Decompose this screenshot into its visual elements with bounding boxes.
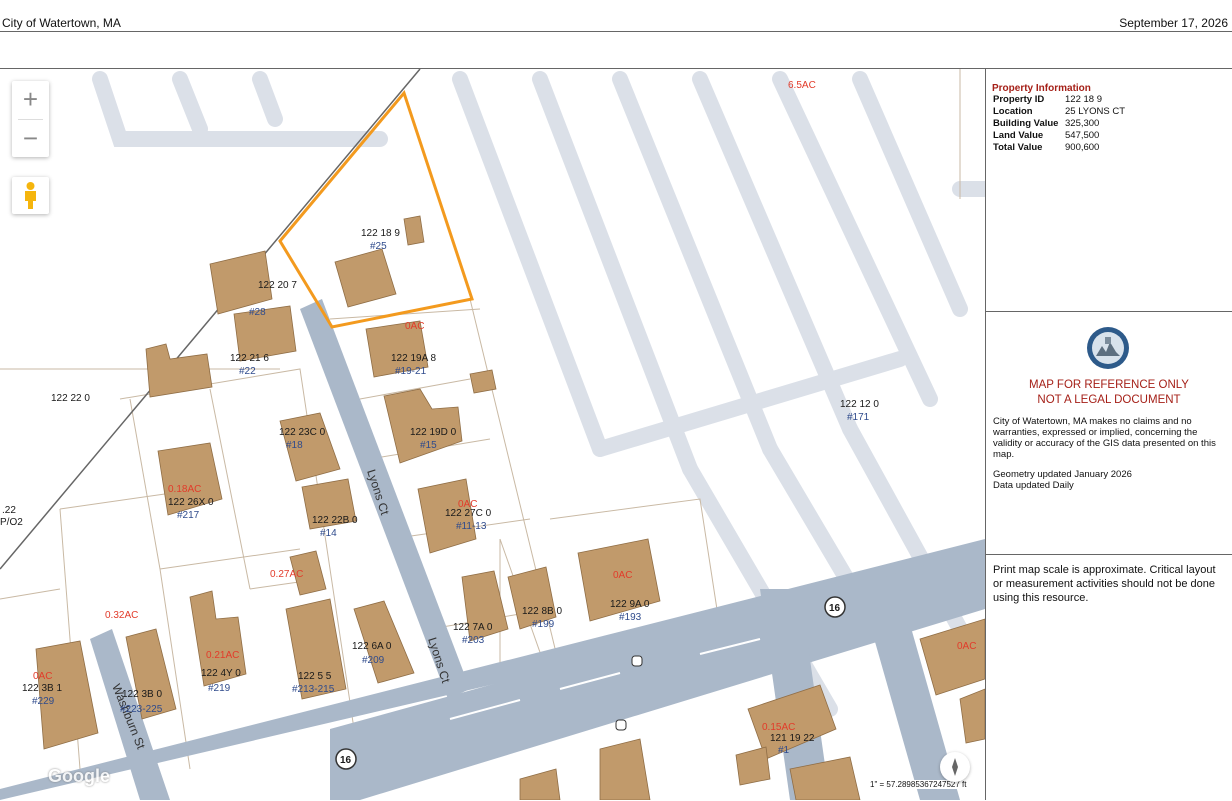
city-name: City of Watertown, MA (2, 16, 121, 30)
data-updated-text: Data updated Daily (993, 480, 1074, 491)
parcel-id-label: 122 4Y 0 (201, 668, 241, 679)
parcel-address-label: #14 (320, 528, 337, 539)
area-label: 0AC (33, 671, 52, 682)
disclaimer-text: City of Watertown, MA makes no claims an… (993, 416, 1216, 460)
print-date: September 17, 2026 (1119, 16, 1228, 30)
parcel-id-label: 122 7A 0 (453, 622, 493, 633)
property-row-label: Building Value (993, 118, 1059, 129)
zoom-control: + − (12, 81, 49, 157)
bus-stop-icon (631, 655, 643, 667)
property-row-label: Land Value (993, 130, 1044, 141)
parcel-id-label: 122 19D 0 (410, 427, 457, 438)
parcel-id-label: 122 20 7 (258, 280, 297, 291)
route-number-b: 16 (829, 603, 841, 614)
area-label: 0AC (405, 321, 424, 332)
parcel-id-label: 122 3B 1 (22, 683, 62, 694)
parcel-address-label: #199 (532, 619, 555, 630)
parcel-id-label: 122 26X 0 (168, 497, 214, 508)
zoom-out-button[interactable]: − (12, 120, 49, 157)
rotate-compass-button[interactable] (940, 752, 970, 782)
scale-notice-text: Print map scale is approximate. Critical… (993, 564, 1216, 604)
property-row-value: 325,300 (1065, 118, 1100, 129)
compass-icon (952, 758, 958, 776)
city-seal-icon (1087, 327, 1129, 369)
title-bar (0, 32, 1232, 69)
parcel-address-label: #18 (286, 440, 303, 451)
area-label: 0.27AC (270, 569, 303, 580)
property-row: Location 25 LYONS CT (993, 106, 1125, 117)
parcel-id-label: 122 5 5 (298, 671, 332, 682)
property-row-label: Property ID (993, 94, 1045, 105)
property-row: Building Value 325,300 (993, 118, 1099, 129)
parcel-id-label: 122 19A 8 (391, 353, 436, 364)
parcel-id-label: 122 21 6 (230, 353, 269, 364)
parcel-address-label: #203 (462, 635, 485, 646)
google-logo: Google (48, 766, 110, 786)
property-row-value: 25 LYONS CT (1065, 106, 1126, 117)
parcel-address-label: #19-21 (395, 366, 427, 377)
parcel-address-label: #1 (778, 745, 790, 756)
parcel-id-label: 122 8B 0 (522, 606, 562, 617)
scale-notice-panel: Print map scale is approximate. Critical… (986, 555, 1232, 800)
pegman-icon (25, 182, 36, 209)
parcel-address-label: #22 (239, 366, 256, 377)
property-row-value: 900,600 (1065, 142, 1100, 153)
parcel-id-label: 122 6A 0 (352, 641, 392, 652)
disclaimer-panel: MAP FOR REFERENCE ONLY NOT A LEGAL DOCUM… (986, 312, 1232, 555)
parcel-address-label: #219 (208, 683, 231, 694)
property-info-panel: Property Information Property ID 122 18 9… (986, 69, 1232, 312)
parcel-id-label: 122 9A 0 (610, 599, 650, 610)
property-row: Total Value 900,600 (993, 142, 1099, 153)
property-row-value: 122 18 9 (1065, 94, 1102, 105)
parcel-address-label: #193 (619, 612, 642, 623)
property-row: Property ID 122 18 9 (993, 94, 1102, 105)
route-number-a: 16 (340, 755, 352, 766)
parcel-address-label: #15 (420, 440, 437, 451)
area-label: 0.32AC (105, 610, 138, 621)
parcel-address-label: #229 (32, 696, 55, 707)
parcel-id-label: 122 12 0 (840, 399, 879, 410)
parcel-address-label: #28 (249, 307, 266, 318)
property-row-label: Location (993, 106, 1033, 117)
parcel-address-label: #213-215 (292, 684, 335, 695)
edge-parcel-label: P/O2 (0, 517, 23, 528)
property-row: Land Value 547,500 (993, 130, 1099, 141)
zoom-in-button[interactable]: + (12, 81, 49, 118)
property-row-value: 547,500 (1065, 130, 1100, 141)
area-label: 0.15AC (762, 722, 795, 733)
area-label: 0AC (458, 499, 477, 510)
not-legal-notice: NOT A LEGAL DOCUMENT (1037, 394, 1181, 406)
bus-stop-icon (615, 719, 627, 731)
parcel-address-label: #223-225 (120, 704, 163, 715)
parcel-id-label: 122 22B 0 (312, 515, 358, 526)
parcel-id-label: 122 23C 0 (279, 427, 326, 438)
reference-only-notice: MAP FOR REFERENCE ONLY (1029, 379, 1189, 391)
parcel-address-label: #209 (362, 655, 385, 666)
edge-parcel-label: .22 (2, 505, 16, 516)
header-bar: City of Watertown, MA September 17, 2026 (0, 0, 1232, 32)
parcel-id-label: 122 3B 0 (122, 689, 162, 700)
parcel-id-label: 122 18 9 (361, 228, 400, 239)
parcel-id-label: 121 19 22 (770, 733, 815, 744)
property-row-label: Total Value (993, 142, 1043, 153)
map-canvas[interactable]: Lyons Ct Lyons Ct Washburn St 16 16 122 … (0, 69, 985, 800)
parcel-address-label: #25 (370, 241, 387, 252)
parcel-address-label: #11-13 (456, 521, 487, 532)
parcel-address-label: #217 (177, 510, 200, 521)
area-label: 0.21AC (206, 650, 239, 661)
parcel-id-label: 122 22 0 (51, 393, 90, 404)
area-label: 6.5AC (788, 80, 816, 91)
street-view-pegman-button[interactable] (12, 177, 49, 214)
geometry-updated-text: Geometry updated January 2026 (993, 469, 1132, 480)
property-info-title: Property Information (992, 83, 1091, 94)
info-sidebar: Property Information Property ID 122 18 9… (986, 69, 1232, 800)
area-label: 0AC (613, 570, 632, 581)
map-view[interactable]: Lyons Ct Lyons Ct Washburn St 16 16 122 … (0, 69, 986, 800)
area-label: 0.18AC (168, 484, 201, 495)
parcel-address-label: #171 (847, 412, 870, 423)
area-label: 0AC (957, 641, 976, 652)
